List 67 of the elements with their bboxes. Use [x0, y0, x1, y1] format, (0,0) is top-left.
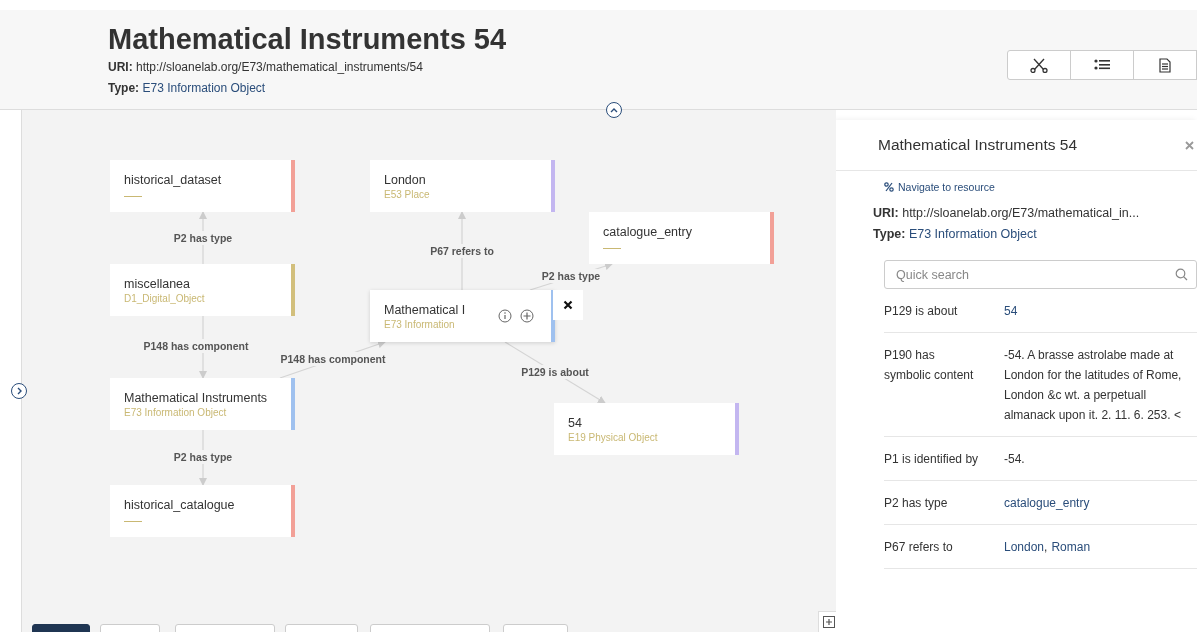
node-label: 54 [568, 415, 582, 431]
property-label: P129 is about [884, 303, 959, 320]
value-link[interactable]: 54 [1004, 304, 1018, 318]
property-label: P1 is identified by [884, 451, 980, 468]
graph-node[interactable]: historical_dataset [110, 160, 295, 212]
node-type: E53 Place [384, 188, 430, 201]
list-icon [1094, 58, 1110, 72]
edge-label: P2 has type [171, 450, 235, 464]
graph-node[interactable]: Mathematical Instruments E73 Information Object [110, 378, 295, 430]
document-icon [1159, 57, 1171, 73]
edge-label: P2 has type [171, 231, 235, 245]
node-label: historical_dataset [124, 172, 222, 188]
graph-view-button[interactable] [1007, 50, 1071, 80]
empty-type-line [603, 248, 621, 249]
value-link[interactable]: catalogue_entry [1004, 496, 1090, 510]
graph-node[interactable]: Mathematical I E73 Information [370, 290, 555, 342]
node-label: historical_catalogue [124, 497, 235, 513]
page-title: Mathematical Instruments 54 [108, 22, 507, 56]
close-icon[interactable] [1185, 140, 1194, 150]
node-type: E73 Information [384, 318, 455, 331]
graph-node[interactable]: catalogue_entry [589, 212, 774, 264]
info-icon[interactable] [498, 309, 512, 323]
graph-node[interactable]: 54 E19 Physical Object [554, 403, 739, 455]
empty-type-line [124, 196, 142, 197]
property-label: P67 refers to [884, 539, 954, 556]
property-value: -54. [1004, 452, 1025, 466]
edge-label: P129 is about [519, 365, 591, 379]
empty-type-line [124, 521, 142, 522]
property-label: P2 has type [884, 495, 949, 512]
collapse-header-button[interactable] [606, 102, 622, 118]
graph-icon [1030, 57, 1048, 73]
uri-line: URI: http://sloanelab.org/E73/mathematical_in... [873, 205, 1141, 222]
navigate-link[interactable]: Navigate to resource [884, 181, 1197, 193]
node-type: E19 Physical Object [568, 431, 658, 444]
edge-label: P148 has component [278, 352, 388, 366]
node-label: London [384, 172, 426, 188]
zoom-in-button[interactable] [818, 611, 836, 632]
property-value: -54. A brasse astrolabe made at London for the latitudes of Rome, London &c wt. a perpetuall almanack upon it. 2. 11. 6. 253. < [1004, 348, 1182, 422]
edge-label: P2 has type [539, 269, 603, 283]
node-type: D1_Digital_Object [124, 292, 205, 305]
node-label: Mathematical Instruments [124, 390, 268, 406]
type-line: Type: E73 Information Object [108, 80, 267, 97]
graph-node[interactable]: historical_catalogue [110, 485, 295, 537]
graph-node[interactable]: miscellanea D1_Digital_Object [110, 264, 295, 316]
node-label: miscellanea [124, 276, 190, 292]
close-icon [563, 300, 573, 310]
value-link[interactable]: Roman [1051, 540, 1091, 554]
uri-line: URI: http://sloanelab.org/E73/mathematical_instruments/54 [108, 59, 424, 76]
expand-sidebar-button[interactable] [11, 383, 27, 399]
document-view-button[interactable] [1133, 50, 1197, 80]
node-type: E73 Information Object [124, 406, 227, 419]
node-label: catalogue_entry [603, 224, 692, 240]
node-label: Mathematical I [384, 302, 466, 318]
edge-label: P67 refers to [428, 244, 496, 258]
panel-title: Mathematical Instruments 54 [878, 136, 1077, 154]
value-link[interactable]: London [1004, 540, 1045, 554]
add-icon[interactable] [520, 309, 534, 323]
remove-node-button[interactable] [553, 290, 583, 320]
edge-label: P148 has component [141, 339, 251, 353]
link-icon [884, 182, 894, 192]
list-view-button[interactable] [1070, 50, 1134, 80]
search-icon[interactable] [1175, 268, 1188, 281]
separator: , [1044, 540, 1048, 554]
type-line: Type: E73 Information Object [873, 226, 1038, 243]
property-label: P190 has symbolic content [884, 347, 975, 384]
graph-node[interactable]: London E53 Place [370, 160, 555, 212]
search-field[interactable]: Quick search [884, 260, 1197, 289]
